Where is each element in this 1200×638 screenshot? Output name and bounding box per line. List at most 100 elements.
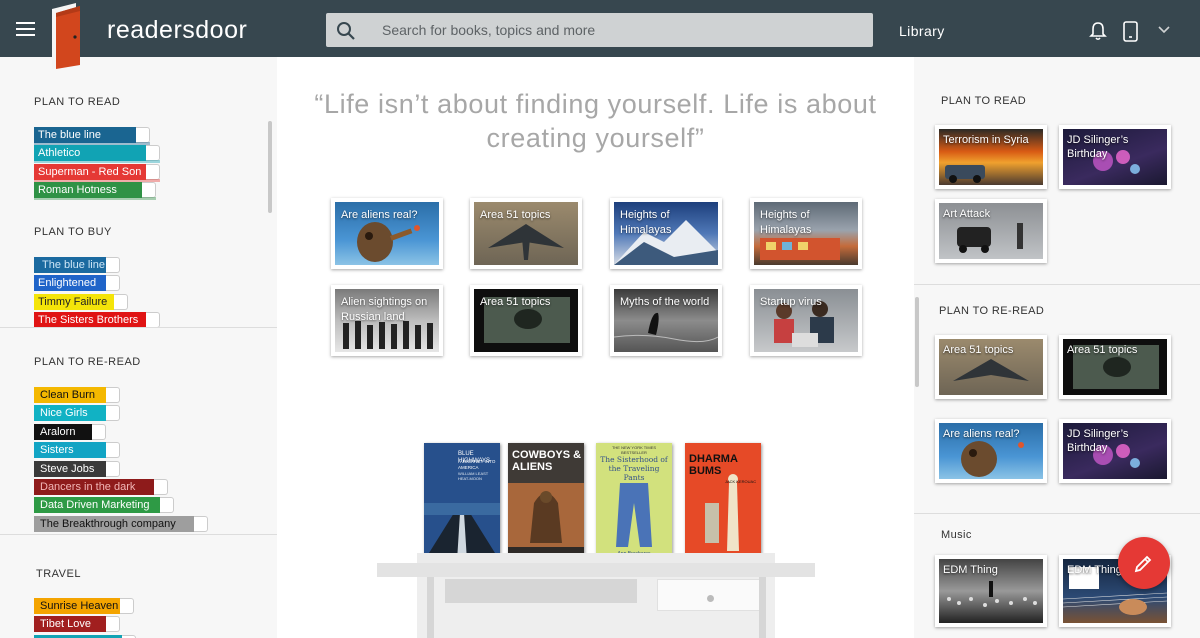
door-logo[interactable] xyxy=(50,3,95,69)
desk-leg xyxy=(759,577,766,638)
book-label: Tibet Love xyxy=(40,618,91,631)
topic-tile[interactable]: JD Silinger’s Birthday xyxy=(1059,419,1171,483)
book-spine[interactable]: Roman Hotness xyxy=(34,182,156,201)
topic-tile[interactable]: Are aliens real? xyxy=(331,198,443,269)
topic-image: JD Silinger’s Birthday xyxy=(1063,423,1167,479)
book-spine[interactable]: Steve Jobs xyxy=(34,460,120,477)
divider xyxy=(914,513,1200,514)
topic-tile[interactable]: Myths of the world xyxy=(610,285,722,356)
shelf-book[interactable]: DHARMA BUMS JACK KEROUAC xyxy=(685,443,761,561)
book-label: Enlightened xyxy=(38,277,97,290)
book-spine[interactable]: Tibet Love xyxy=(34,616,120,633)
divider xyxy=(914,284,1200,285)
right-scrollbar[interactable] xyxy=(915,297,919,387)
search-bar[interactable] xyxy=(326,13,873,47)
book-label: The Sisters Brothers xyxy=(38,314,139,327)
topic-image: Art Attack xyxy=(939,203,1043,259)
topic-image: Startup virus xyxy=(754,289,858,352)
topic-tile[interactable]: Heights of Himalayas xyxy=(750,198,862,269)
drawer-knob xyxy=(707,595,714,602)
topic-tile[interactable]: Heights of Himalayas xyxy=(610,198,722,269)
topic-label: Are aliens real? xyxy=(943,428,1020,440)
topic-label: Art Attack xyxy=(943,208,991,220)
phone-icon[interactable] xyxy=(1123,21,1138,42)
book-spine[interactable]: Athletico xyxy=(34,145,160,164)
section-plan-to-read: PLAN TO READ The blue line Athletico Sup… xyxy=(0,96,277,201)
book-spine[interactable]: Dancers in the dark xyxy=(34,478,168,495)
menu-icon[interactable] xyxy=(16,22,35,36)
topic-tile[interactable]: Area 51 topics xyxy=(470,198,582,269)
topic-image: Are aliens real? xyxy=(939,423,1043,479)
chevron-down-icon[interactable] xyxy=(1158,26,1170,34)
topic-tile[interactable]: Art Attack xyxy=(935,199,1047,263)
section-title: TRAVEL xyxy=(36,568,81,580)
book-label: Superman - Red Son xyxy=(38,165,142,178)
section-travel: TRAVEL Sunrise Heaven Tibet Love xyxy=(0,568,277,638)
book-label: The Breakthrough company xyxy=(40,517,176,530)
bell-icon[interactable] xyxy=(1089,21,1107,41)
book-spine[interactable]: Sisters xyxy=(34,442,120,459)
topic-image: Area 51 topics xyxy=(1063,339,1167,395)
book-spine[interactable]: Enlightened xyxy=(34,275,120,292)
topic-tile[interactable]: Area 51 topics xyxy=(935,335,1047,399)
topic-tile[interactable]: Area 51 topics xyxy=(1059,335,1171,399)
topic-tile[interactable]: Area 51 topics xyxy=(470,285,582,356)
book-label: Dancers in the dark xyxy=(40,480,136,493)
section-title: PLAN TO READ xyxy=(941,95,1027,107)
topic-tile[interactable]: EDM Thing xyxy=(935,555,1047,627)
topic-label: Are aliens real? xyxy=(341,209,418,221)
library-link[interactable]: Library xyxy=(899,23,945,39)
book-author: JACK KEROUAC xyxy=(725,479,757,484)
book-spine[interactable]: The blue line xyxy=(34,257,120,273)
section-plan-to-buy: PLAN TO BUY The blue line Enlightened Ti… xyxy=(0,226,277,331)
book-label: The blue line xyxy=(38,129,101,141)
left-sidebar: PLAN TO READ The blue line Athletico Sup… xyxy=(0,57,277,638)
book-label: Sunrise Heaven xyxy=(40,600,119,612)
topic-image: Heights of Himalayas xyxy=(614,202,718,265)
topic-tile[interactable]: Terrorism in Syria xyxy=(935,125,1047,189)
book-label: Steve Jobs xyxy=(40,462,95,475)
search-icon[interactable] xyxy=(336,21,356,41)
book-spine[interactable]: The blue line xyxy=(34,127,150,145)
book-label: Timmy Failure xyxy=(38,295,108,308)
book-spine[interactable]: Aralorn xyxy=(34,423,106,440)
topic-label: Terrorism in Syria xyxy=(943,134,1029,146)
topic-label: Area 51 topics xyxy=(1067,344,1138,356)
shelf-book[interactable]: THE NEW YORK TIMES BESTSELLER The Sister… xyxy=(596,443,672,561)
book-label: The blue line xyxy=(42,259,105,271)
topic-label: JD Silinger’s Birthday xyxy=(1067,428,1129,454)
book-spine[interactable]: Sunrise Heaven xyxy=(34,598,134,614)
desk-drawer xyxy=(445,579,637,603)
book-spine[interactable]: Timmy Failure xyxy=(34,293,128,310)
desk-shelf xyxy=(417,553,775,563)
topic-image: Terrorism in Syria xyxy=(939,129,1043,185)
book-spine[interactable]: Clean Burn xyxy=(34,387,120,403)
edit-fab-button[interactable] xyxy=(1118,537,1170,589)
book-spine[interactable]: Nice Girls xyxy=(34,405,120,422)
book-label: Roman Hotness xyxy=(38,184,117,197)
section-title: PLAN TO RE-READ xyxy=(939,305,1045,317)
brand-name[interactable]: readersdoor xyxy=(107,16,247,45)
topic-label: Area 51 topics xyxy=(480,296,551,308)
shelf-book[interactable]: COWBOYS & ALIENS xyxy=(508,443,584,561)
search-input[interactable] xyxy=(382,20,852,40)
topic-tile[interactable]: Startup virus xyxy=(750,285,862,356)
topic-tile[interactable]: Are aliens real? xyxy=(935,419,1047,483)
shelf-book[interactable]: BLUE HIGHWAYS A JOURNEY INTO AMERICA WIL… xyxy=(424,443,500,561)
topic-tile[interactable]: Alien sightings on Russian land xyxy=(331,285,443,356)
book-spine[interactable]: Data Driven Marketing xyxy=(34,497,174,514)
topic-tile[interactable]: JD Silinger’s Birthday xyxy=(1059,125,1171,189)
book-spine[interactable]: The Sisters Brothers xyxy=(34,312,160,329)
readersdoor-app: readersdoor Library PLAN TO READ The blu… xyxy=(0,0,1200,638)
topic-image: Myths of the world xyxy=(614,289,718,352)
book-spine[interactable]: Superman - Red Son xyxy=(34,163,160,182)
topic-image: Area 51 topics xyxy=(939,339,1043,395)
topic-image: Heights of Himalayas xyxy=(754,202,858,265)
topic-label: JD Silinger’s Birthday xyxy=(1067,134,1129,160)
book-label: Athletico xyxy=(38,147,81,160)
book-spine[interactable]: The Breakthrough company xyxy=(34,515,208,532)
topic-label: Alien sightings on Russian land xyxy=(341,296,428,323)
topic-label: Startup virus xyxy=(760,296,822,308)
section-title: PLAN TO RE-READ xyxy=(34,356,141,368)
book-label: Nice Girls xyxy=(40,407,88,420)
